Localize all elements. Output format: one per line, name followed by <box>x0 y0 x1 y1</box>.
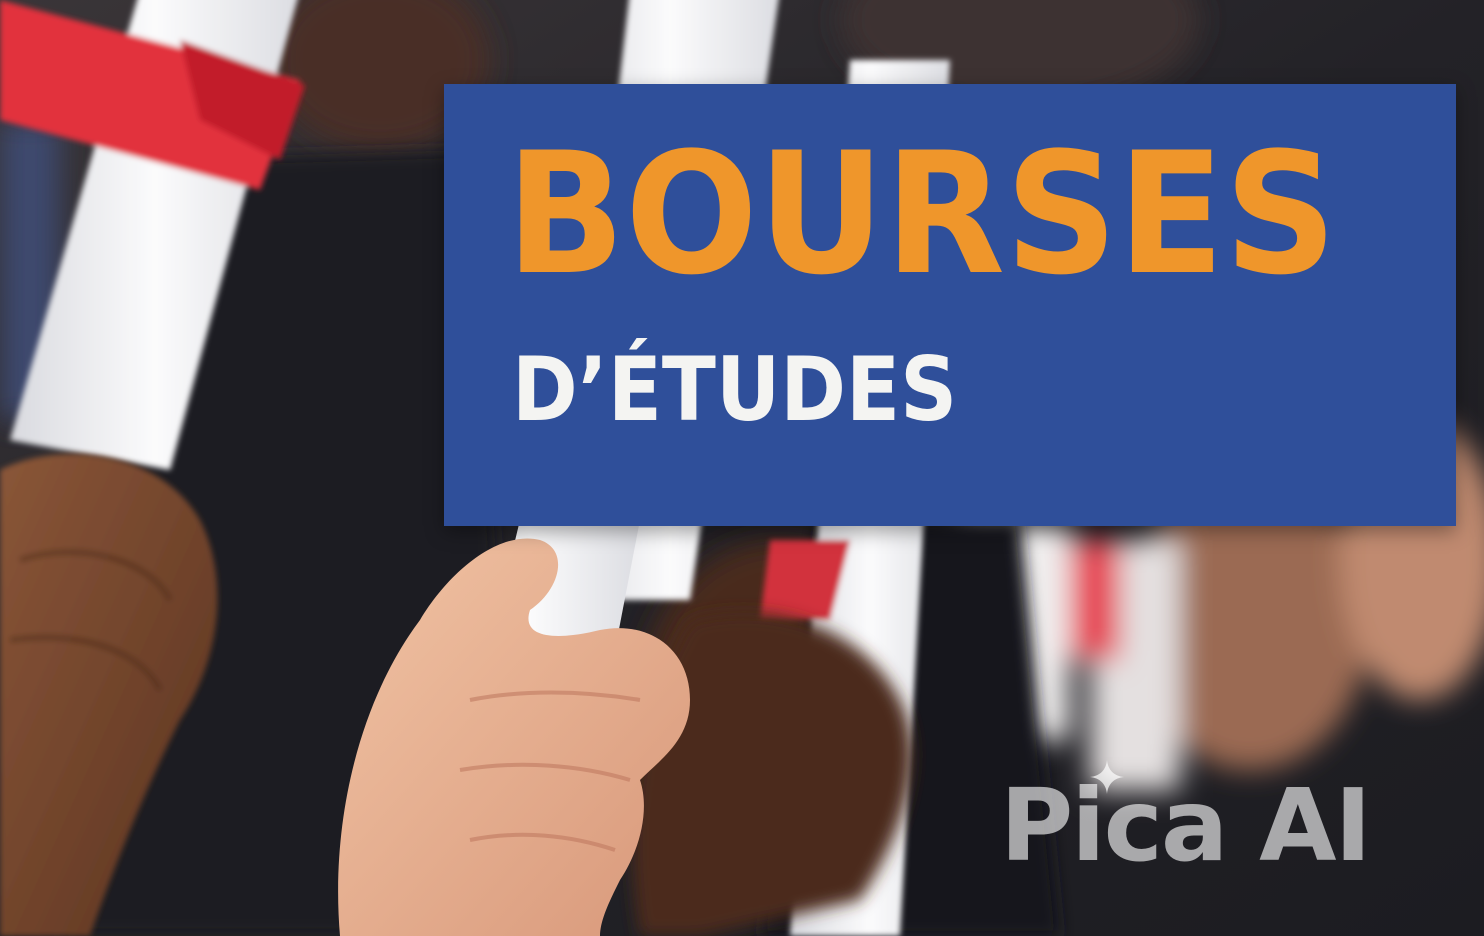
sign-title: BOURSES <box>506 116 1337 312</box>
watermark-text: Pica AI <box>1000 767 1372 884</box>
pica-ai-watermark: Pica AI <box>1000 760 1440 890</box>
scholarship-sign: BOURSES D’ÉTUDES <box>444 84 1456 526</box>
sign-subtitle: D’ÉTUDES <box>512 338 958 441</box>
